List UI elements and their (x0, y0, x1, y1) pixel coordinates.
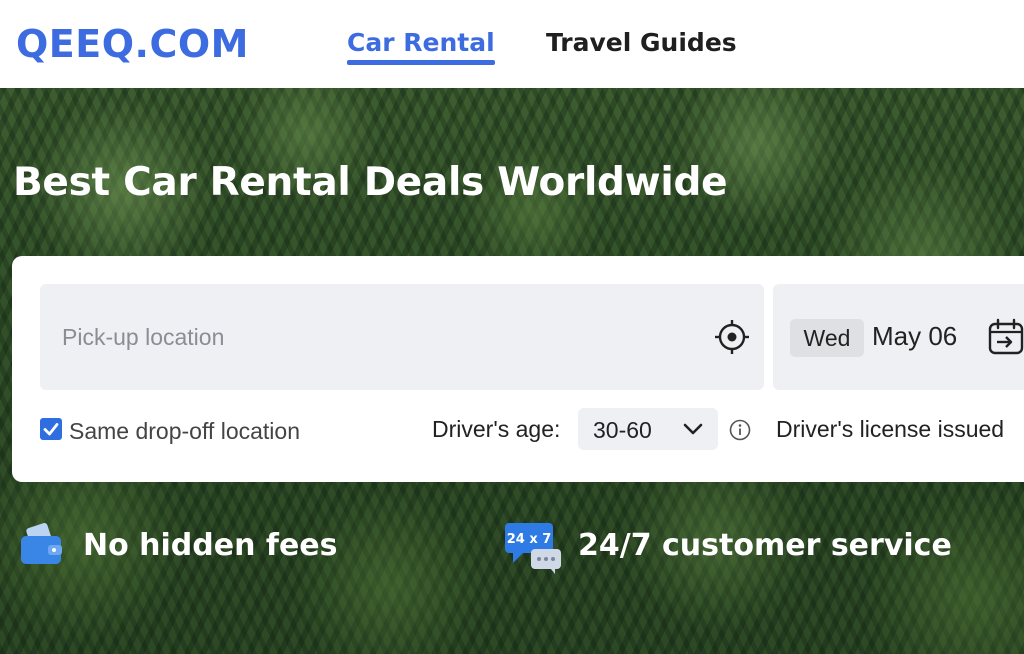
driver-age-value: 30-60 (593, 417, 652, 443)
feature-customer-service: 24/7 customer service (578, 528, 952, 563)
top-navigation-bar: QEEQ.COM Car Rental Travel Guides (0, 0, 1024, 88)
chat-24x7-icon: 24 x 7 (505, 523, 561, 574)
chat-icon-text: 24 x 7 (507, 532, 552, 547)
same-dropoff-checkbox[interactable] (40, 418, 62, 440)
pickup-location-input[interactable]: Pick-up location (40, 284, 764, 390)
info-icon[interactable] (729, 419, 751, 441)
hero-title: Best Car Rental Deals Worldwide (13, 160, 728, 205)
same-dropoff-label[interactable]: Same drop-off location (69, 418, 300, 445)
pickup-day-chip: Wed (790, 319, 864, 357)
wallet-icon (21, 523, 62, 564)
driver-age-select[interactable]: 30-60 (578, 408, 718, 450)
drivers-license-label: Driver's license issued (776, 416, 1005, 442)
pickup-date-field[interactable]: Wed May 06 (773, 284, 1024, 390)
feature-no-hidden-fees: No hidden fees (83, 528, 338, 563)
driver-age-label: Driver's age: (432, 416, 561, 442)
locate-crosshair-icon[interactable] (714, 319, 750, 355)
checkmark-icon (43, 423, 59, 436)
nav-tab-travel-guides[interactable]: Travel Guides (546, 26, 737, 60)
pickup-date-text: May 06 (872, 321, 958, 351)
nav-tab-car-rental[interactable]: Car Rental (347, 26, 495, 65)
chevron-down-icon (683, 423, 703, 435)
pickup-location-placeholder: Pick-up location (62, 324, 225, 350)
calendar-icon (988, 318, 1024, 355)
qeeq-logo[interactable]: QEEQ.COM (16, 22, 249, 66)
